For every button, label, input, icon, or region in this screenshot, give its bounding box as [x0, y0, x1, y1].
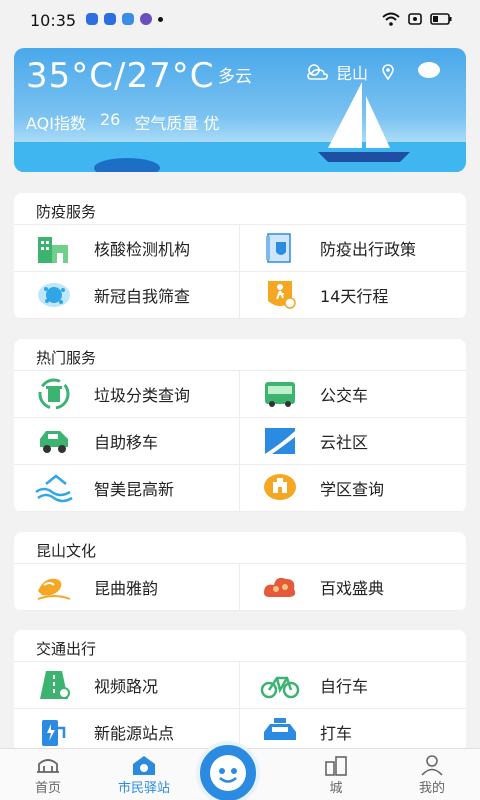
screen-icon	[408, 13, 422, 25]
sailboat-icon	[318, 82, 410, 162]
temperature-high: 35°C	[26, 56, 115, 96]
notification-icon	[104, 13, 116, 25]
more-dot-icon	[158, 17, 163, 22]
notification-icons	[86, 13, 163, 25]
play-icon	[122, 13, 134, 25]
home-bridge-icon	[8, 753, 88, 777]
taxi-icon	[260, 716, 300, 748]
service-label: 公交车	[320, 386, 369, 405]
service-label: 垃圾分类查询	[94, 386, 191, 405]
air-quality: AQI指数 26 空气质量 优	[26, 110, 219, 134]
bus-icon	[260, 378, 300, 410]
service-label: 打车	[320, 724, 353, 743]
school-icon	[260, 472, 300, 504]
aqi-label: AQI指数	[26, 114, 86, 133]
section-transportation: 交通出行 视频路况 自行车 新能源站点 打车	[14, 630, 466, 760]
bicycle-icon	[260, 669, 300, 701]
service-label: 14天行程	[320, 287, 389, 306]
road-camera-icon	[34, 669, 74, 701]
notification-icon	[86, 13, 98, 25]
service-label: 新冠自我筛查	[94, 287, 191, 306]
service-bicycle[interactable]: 自行车	[240, 662, 466, 709]
service-bus[interactable]: 公交车	[240, 371, 466, 418]
section-title: 防疫服务	[14, 193, 466, 225]
aqi-value: 26	[99, 110, 121, 129]
service-nucleic-test-sites[interactable]: 核酸检测机构	[14, 225, 240, 272]
section-title: 昆山文化	[14, 532, 466, 564]
wifi-icon	[382, 12, 400, 26]
section-epidemic-services: 防疫服务 核酸检测机构 防疫出行政策 新冠自我筛查 14天行程	[14, 193, 466, 319]
service-label: 视频路况	[94, 677, 159, 696]
service-school-district[interactable]: 学区查询	[240, 465, 466, 512]
opera-icon	[34, 571, 74, 603]
walking-person-icon	[260, 279, 300, 311]
status-time: 10:35	[30, 11, 77, 30]
quality-value: 优	[203, 114, 220, 133]
service-video-traffic[interactable]: 视频路况	[14, 662, 240, 709]
tab-city[interactable]: 城	[296, 753, 376, 796]
service-self-service-move-car[interactable]: 自助移车	[14, 418, 240, 465]
temperature-low: 27°C	[126, 56, 215, 96]
house-wave-icon	[34, 472, 74, 504]
moon-icon	[418, 62, 440, 78]
service-opera-festival[interactable]: 百戏盛典	[240, 564, 466, 611]
charging-station-icon	[34, 716, 74, 748]
virus-icon	[34, 279, 74, 311]
service-kunqu-opera[interactable]: 昆曲雅韵	[14, 564, 240, 611]
service-label: 新能源站点	[94, 724, 175, 743]
battery-icon	[430, 13, 452, 25]
profile-icon	[392, 753, 472, 777]
cloud-community-icon	[260, 425, 300, 457]
service-label: 自助移车	[94, 433, 159, 452]
service-garbage-sorting[interactable]: 垃圾分类查询	[14, 371, 240, 418]
service-label: 核酸检测机构	[94, 240, 191, 259]
tab-label: 首页	[34, 781, 61, 796]
service-14-day-itinerary[interactable]: 14天行程	[240, 272, 466, 319]
cloud-pattern-icon	[260, 571, 300, 603]
temperature-range: 35°C/27°C	[26, 56, 215, 96]
recycle-bin-icon	[34, 378, 74, 410]
tab-mine[interactable]: 我的	[392, 753, 472, 796]
service-label: 防疫出行政策	[320, 240, 417, 259]
quality-label: 空气质量	[134, 114, 199, 133]
section-kunshan-culture: 昆山文化 昆曲雅韵 百戏盛典	[14, 532, 466, 611]
islet-illustration	[94, 158, 160, 172]
section-title: 热门服务	[14, 339, 466, 371]
status-bar: 10:35	[0, 0, 480, 40]
policy-document-icon	[260, 232, 300, 264]
service-label: 昆曲雅韵	[94, 579, 159, 598]
service-label: 学区查询	[320, 480, 385, 499]
service-covid-self-check[interactable]: 新冠自我筛查	[14, 272, 240, 319]
service-label: 智美昆高新	[94, 480, 175, 499]
system-icons	[382, 12, 452, 26]
service-cloud-community[interactable]: 云社区	[240, 418, 466, 465]
tab-label: 城	[329, 781, 343, 796]
section-popular-services: 热门服务 垃圾分类查询 公交车 自助移车 云社区 智美昆高新 学区查询	[14, 339, 466, 512]
tab-home[interactable]: 首页	[8, 753, 88, 796]
weather-condition: 多云	[218, 67, 252, 87]
service-travel-policy[interactable]: 防疫出行政策	[240, 225, 466, 272]
section-title: 交通出行	[14, 630, 466, 662]
notification-icon	[140, 13, 152, 25]
service-label: 自行车	[320, 677, 369, 696]
building-icon	[34, 232, 74, 264]
service-label: 云社区	[320, 433, 369, 452]
car-icon	[34, 425, 74, 457]
smiley-face-icon	[210, 755, 246, 791]
center-assistant-button[interactable]	[196, 741, 260, 800]
service-smart-kunshan-hi-tech[interactable]: 智美昆高新	[14, 465, 240, 512]
weather-banner[interactable]: 35°C/27°C 多云 昆山 AQI指数 26 空气质量 优	[14, 48, 466, 172]
bottom-tab-bar: 首页 市民驿站 城 我的	[0, 741, 480, 800]
tab-citizen-station[interactable]: 市民驿站	[104, 753, 184, 796]
service-label: 百戏盛典	[320, 579, 385, 598]
tab-label: 市民驿站	[117, 781, 170, 796]
station-icon	[104, 753, 184, 777]
tab-label: 我的	[418, 781, 445, 796]
city-icon	[296, 753, 376, 777]
